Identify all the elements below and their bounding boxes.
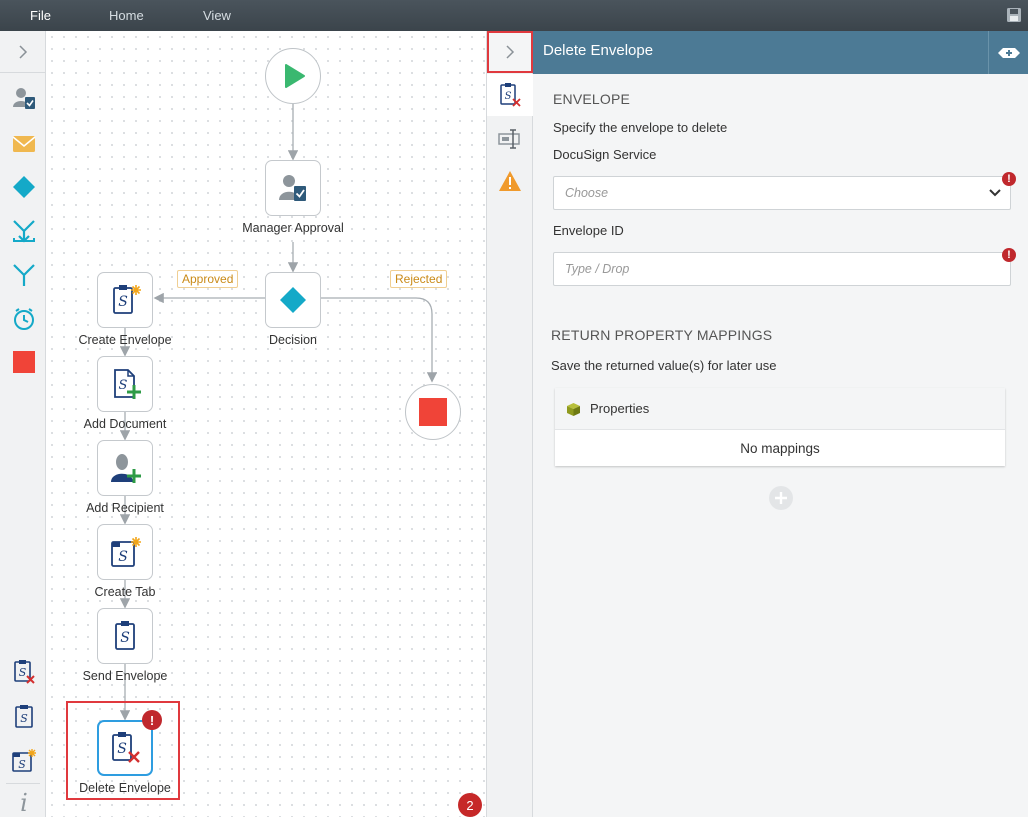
tab-warnings[interactable] (487, 160, 533, 202)
send-envelope-icon: S (115, 621, 135, 650)
stop-icon (419, 398, 447, 426)
tab-step-properties[interactable]: S (487, 74, 533, 116)
create-tab-label: Create Tab (94, 585, 156, 599)
panel-header: Delete Envelope (533, 31, 1028, 74)
docusign-service-placeholder: Choose (565, 186, 609, 200)
property-mappings-box: Properties No mappings (555, 388, 1005, 466)
delete-envelope-icon: S (112, 732, 140, 763)
text-field-icon (498, 129, 520, 149)
cube-icon (567, 403, 580, 416)
return-mappings-section-title: RETURN PROPERTY MAPPINGS (551, 327, 773, 343)
tab-input-mappings[interactable] (487, 118, 533, 160)
rejected-branch-label[interactable]: Rejected (390, 270, 448, 288)
create-tab-tool-icon[interactable]: S (11, 748, 37, 774)
panel-collapse-button[interactable] (487, 31, 533, 73)
decision-label: Decision (269, 333, 317, 347)
toolbox: S S S i (0, 31, 46, 817)
chevron-right-icon (506, 45, 515, 59)
chevron-down-icon (989, 189, 1001, 197)
menu-file[interactable]: File (30, 8, 51, 23)
svg-text:i: i (20, 789, 28, 814)
svg-text:S: S (119, 378, 128, 393)
svg-text:S: S (120, 630, 130, 646)
approved-branch-label[interactable]: Approved (177, 270, 239, 288)
start-node[interactable] (265, 48, 321, 104)
required-indicator: ! (1002, 248, 1016, 262)
properties-panel: Delete Envelope ENVELOPE Specify the env… (533, 31, 1028, 817)
play-icon (285, 64, 305, 88)
node-error-indicator[interactable]: ! (142, 710, 162, 730)
no-mappings-text: No mappings (740, 441, 820, 456)
decision-icon (280, 287, 306, 313)
email-icon[interactable] (11, 131, 37, 157)
error-count-badge[interactable]: 2 (458, 793, 482, 817)
panel-title: Delete Envelope (543, 42, 654, 59)
svg-text:S: S (505, 91, 512, 102)
user-task-icon[interactable] (11, 85, 37, 111)
delete-envelope-icon: S (500, 83, 521, 107)
envelope-id-placeholder: Type / Drop (565, 262, 630, 276)
send-envelope-label: Send Envelope (82, 669, 168, 683)
envelope-section-title: ENVELOPE (553, 91, 631, 107)
svg-text:S: S (18, 758, 26, 771)
decision-node[interactable] (265, 272, 321, 328)
info-icon[interactable]: i (11, 788, 37, 814)
svg-text:S: S (20, 712, 28, 725)
save-icon[interactable] (1006, 7, 1022, 23)
stop-icon[interactable] (11, 349, 37, 375)
create-tab-node[interactable]: S (97, 524, 153, 580)
send-envelope-tool-icon[interactable]: S (11, 704, 37, 730)
envelope-description: Specify the envelope to delete (553, 120, 728, 135)
timer-icon[interactable] (11, 306, 37, 332)
split-icon[interactable] (11, 262, 37, 288)
warning-icon (499, 171, 521, 191)
add-recipient-icon (111, 454, 141, 483)
chevron-right-icon (19, 44, 28, 59)
add-mapping-button[interactable] (769, 486, 793, 510)
add-document-node[interactable]: S (97, 356, 153, 412)
decision-icon[interactable] (11, 174, 37, 200)
delete-envelope-label: Delete Envelope (79, 781, 171, 795)
envelope-id-input[interactable]: Type / Drop (553, 252, 1011, 286)
return-mappings-description: Save the returned value(s) for later use (551, 358, 777, 373)
create-tab-icon: S (111, 537, 141, 567)
menu-bar: File Home View (0, 0, 1028, 31)
add-document-icon: S (114, 369, 141, 399)
menu-view[interactable]: View (203, 8, 231, 23)
menu-home[interactable]: Home (109, 8, 144, 23)
add-recipient-label: Add Recipient (86, 501, 164, 515)
delete-envelope-tool-icon[interactable]: S (11, 659, 37, 685)
delete-envelope-node[interactable]: S (97, 720, 153, 776)
required-indicator: ! (1002, 172, 1016, 186)
properties-header[interactable]: Properties (555, 388, 1005, 430)
add-document-label: Add Document (83, 417, 167, 431)
toolbox-divider (6, 783, 40, 784)
send-envelope-node[interactable]: S (97, 608, 153, 664)
create-envelope-label: Create Envelope (78, 333, 172, 347)
properties-label: Properties (590, 401, 650, 416)
envelope-id-label: Envelope ID (553, 223, 624, 238)
merge-icon[interactable] (11, 218, 37, 244)
create-envelope-node[interactable]: S (97, 272, 153, 328)
manager-approval-node[interactable] (265, 160, 321, 216)
manager-approval-label: Manager Approval (242, 221, 344, 235)
end-node[interactable] (405, 384, 461, 440)
svg-text:S: S (118, 294, 128, 310)
docusign-service-select[interactable]: Choose (553, 176, 1011, 210)
svg-text:S: S (118, 549, 128, 565)
user-task-icon (279, 175, 306, 201)
expand-arrows-icon (997, 47, 1020, 58)
workflow-canvas[interactable]: Manager Approval Decision Approved Rejec… (46, 31, 487, 817)
toolbox-expand-button[interactable] (0, 31, 46, 73)
plus-icon (775, 492, 787, 504)
docusign-service-label: DocuSign Service (553, 147, 657, 162)
create-envelope-icon: S (113, 285, 141, 314)
svg-text:S: S (19, 666, 27, 679)
panel-expand-button[interactable] (988, 31, 1028, 74)
add-recipient-node[interactable] (97, 440, 153, 496)
svg-text:S: S (117, 741, 127, 757)
properties-tabs: S (487, 31, 533, 817)
